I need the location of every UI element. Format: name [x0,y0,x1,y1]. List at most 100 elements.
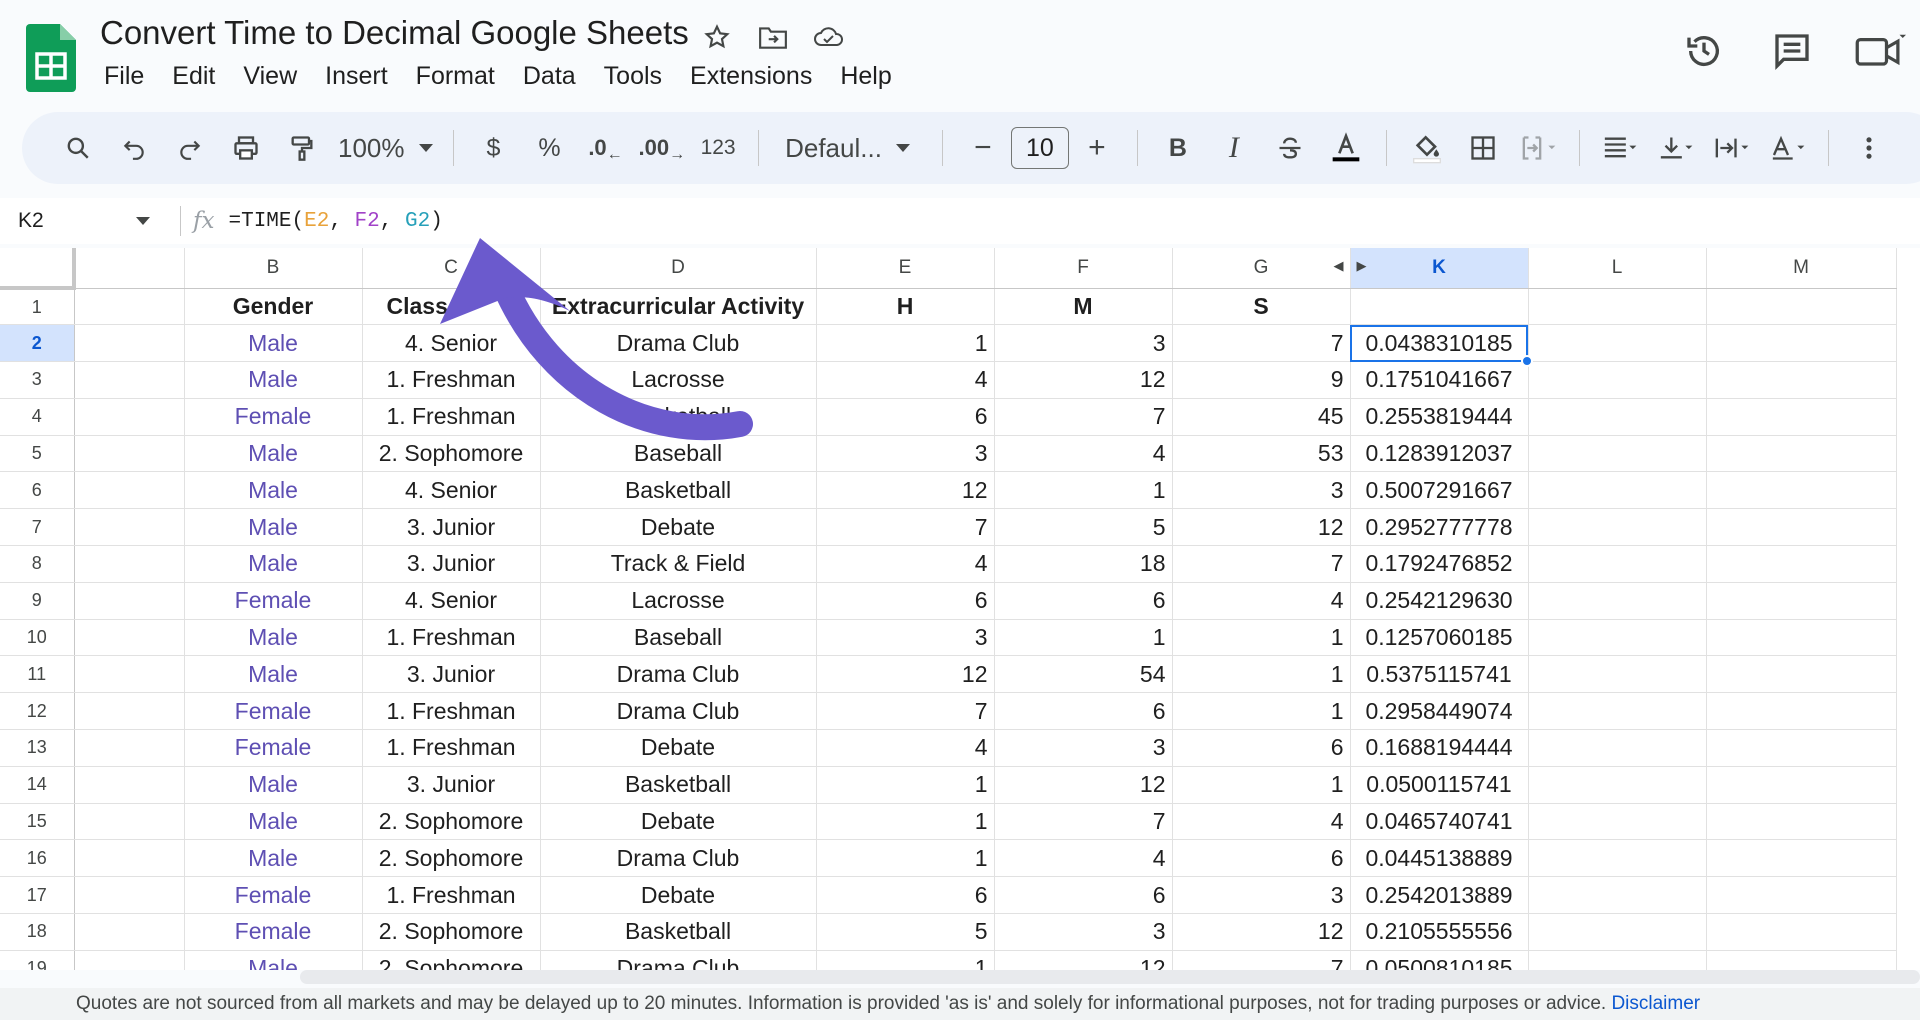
cell-decimal[interactable]: 0.2553819444 [1350,398,1529,436]
cell-gender[interactable]: Male [184,655,363,694]
cell-activity[interactable]: Drama Club [540,950,817,970]
cell[interactable] [74,324,185,363]
strikethrough-icon[interactable] [1267,125,1313,171]
cell-class[interactable]: 1. Freshman [362,692,541,731]
cell-minutes[interactable]: 54 [994,655,1173,694]
cell-hours[interactable]: 4 [816,361,995,399]
cell[interactable] [74,508,185,547]
cell-hours[interactable]: 6 [816,582,995,620]
header-cell-h[interactable]: H [816,288,995,326]
active-cell-k2[interactable]: 0.0438310185 [1350,324,1529,363]
row-header[interactable]: 8 [0,545,75,583]
cell[interactable] [1706,766,1897,804]
cell-minutes[interactable]: 1 [994,471,1173,510]
row-header[interactable]: 1 [0,288,75,326]
cell[interactable] [74,582,185,620]
increase-font-size-icon[interactable]: + [1074,125,1120,171]
column-header-l[interactable]: L [1528,248,1707,289]
menu-help[interactable]: Help [826,60,905,93]
cell-minutes[interactable]: 1 [994,619,1173,657]
cell[interactable] [1528,398,1707,436]
merge-cells-icon[interactable] [1516,125,1562,171]
cell[interactable] [74,361,185,399]
redo-icon[interactable] [167,125,213,171]
header-cell-k[interactable] [1350,288,1529,326]
cell[interactable] [1528,803,1707,841]
decrease-font-size-icon[interactable]: − [960,125,1006,171]
cell-seconds[interactable]: 3 [1172,876,1351,915]
cell-activity[interactable]: Baseball [540,435,817,473]
cell-gender[interactable]: Male [184,766,363,804]
cell[interactable] [1706,876,1897,915]
cell-class[interactable]: 3. Junior [362,766,541,804]
column-header-e[interactable]: E [816,248,995,289]
cell-activity[interactable]: Basketball [540,398,817,436]
cell-activity[interactable]: Debate [540,729,817,767]
column-header-g[interactable]: G ◀ [1172,248,1351,289]
cell-seconds[interactable]: 1 [1172,619,1351,657]
cell[interactable] [1706,692,1897,731]
cell-class[interactable]: 1. Freshman [362,361,541,399]
menu-file[interactable]: File [90,60,158,93]
menu-tools[interactable]: Tools [590,60,676,93]
cell-hours[interactable]: 4 [816,729,995,767]
cell[interactable] [1528,508,1707,547]
cell[interactable] [1528,692,1707,731]
cell-gender[interactable]: Female [184,876,363,915]
more-formats-button[interactable]: 123 [695,125,741,171]
row-header[interactable]: 14 [0,766,75,804]
row-header[interactable]: 4 [0,398,75,436]
row-header[interactable]: 6 [0,471,75,510]
column-header-c[interactable]: C [362,248,541,289]
row-header[interactable]: 18 [0,913,75,951]
menu-edit[interactable]: Edit [158,60,229,93]
cell-minutes[interactable]: 3 [994,913,1173,951]
cell[interactable] [1706,398,1897,436]
cell-seconds[interactable]: 4 [1172,803,1351,841]
cell-activity[interactable]: Debate [540,876,817,915]
cell-class[interactable]: 1. Freshman [362,619,541,657]
cell-activity[interactable]: Lacrosse [540,361,817,399]
cell-class[interactable]: 2. Sophomore [362,913,541,951]
cell-activity[interactable]: Baseball [540,619,817,657]
increase-decimal-button[interactable]: .00 → [639,125,686,171]
cell-activity[interactable]: Basketball [540,471,817,510]
version-history-icon[interactable] [1678,28,1730,74]
cell-decimal[interactable]: 0.2542129630 [1350,582,1529,620]
italic-button[interactable]: I [1211,125,1257,171]
cell-decimal[interactable]: 0.5007291667 [1350,471,1529,510]
menu-data[interactable]: Data [509,60,590,93]
cell-class[interactable]: 2. Sophomore [362,435,541,473]
cell-seconds[interactable]: 45 [1172,398,1351,436]
cloud-saved-icon[interactable] [812,20,846,54]
cell-decimal[interactable]: 0.0465740741 [1350,803,1529,841]
cell[interactable] [1528,839,1707,878]
cell-seconds[interactable]: 6 [1172,729,1351,767]
cell-hours[interactable]: 3 [816,435,995,473]
row-header[interactable]: 17 [0,876,75,915]
cell-gender[interactable]: Female [184,398,363,436]
search-menus-icon[interactable] [55,125,101,171]
cell[interactable] [1528,950,1707,970]
row-header[interactable]: 3 [0,361,75,399]
star-icon[interactable] [700,20,734,54]
undo-icon[interactable] [111,125,157,171]
cell-decimal[interactable]: 0.2542013889 [1350,876,1529,915]
cell[interactable] [74,692,185,731]
cell[interactable] [74,729,185,767]
header-cell-class[interactable]: Class [362,288,541,326]
cell[interactable] [1528,655,1707,694]
cell-gender[interactable]: Male [184,803,363,841]
cell[interactable] [74,766,185,804]
paint-format-icon[interactable] [279,125,325,171]
cell-minutes[interactable]: 6 [994,582,1173,620]
cell-minutes[interactable]: 4 [994,435,1173,473]
row-header[interactable]: 12 [0,692,75,731]
header-cell-activity[interactable]: Extracurricular Activity [540,288,817,326]
cell[interactable] [1706,655,1897,694]
cell-gender[interactable]: Male [184,471,363,510]
row-header[interactable]: 10 [0,619,75,657]
cell[interactable] [74,950,185,970]
header-cell-s[interactable]: S [1172,288,1351,326]
column-header-d[interactable]: D [540,248,817,289]
